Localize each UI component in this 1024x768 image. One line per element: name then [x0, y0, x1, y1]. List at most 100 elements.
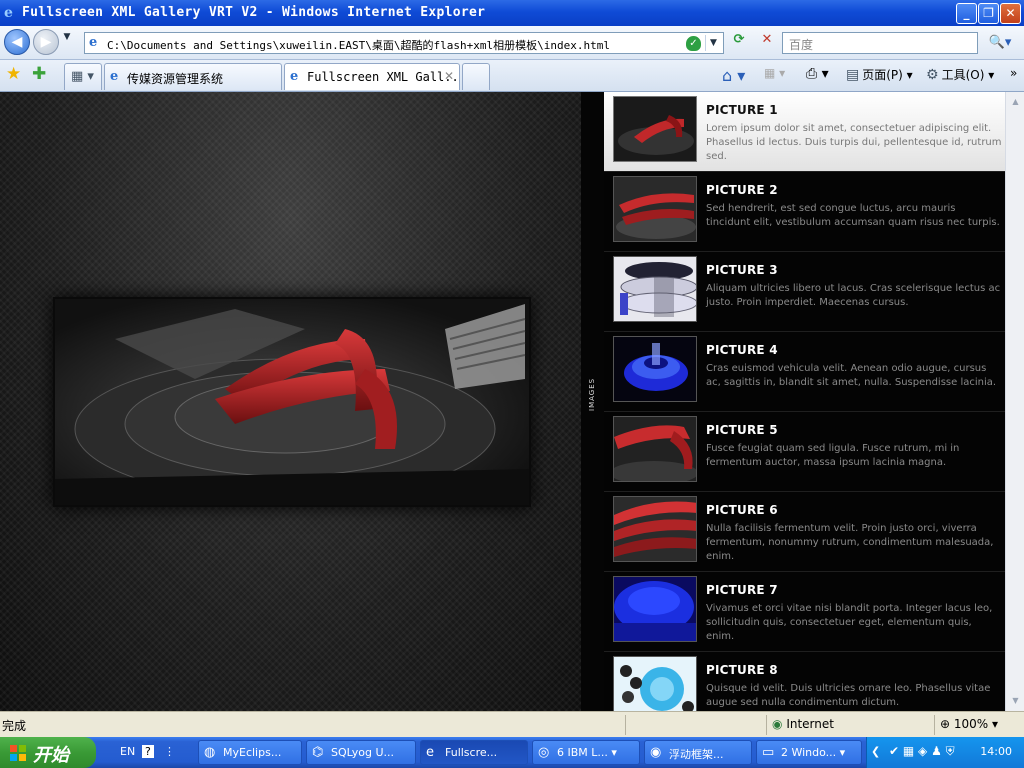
taskbar-item-windows[interactable]: ▭ 2 Windo... ▾ — [756, 740, 862, 765]
globe-icon: ◉ — [772, 717, 783, 731]
tab-media-resources[interactable]: e 传媒资源管理系统 — [104, 63, 282, 90]
thumbnail-image[interactable] — [613, 656, 697, 711]
refresh-button[interactable]: ⟳ — [728, 32, 750, 54]
feeds-icon: ▦ — [764, 66, 776, 80]
item-title: PICTURE 2 — [706, 183, 778, 197]
taskbar-item-myeclipse[interactable]: ◍ MyEclips... — [198, 740, 302, 765]
list-item[interactable]: PICTURE 2 Sed hendrerit, est sed congue … — [604, 172, 1005, 252]
thumbnail-image[interactable] — [613, 176, 697, 242]
tab-label: Fullscreen XML Gall... — [307, 70, 460, 84]
myeclipse-icon: ◍ — [204, 745, 216, 760]
item-description: Nulla facilisis fermentum velit. Proin j… — [706, 523, 994, 562]
status-text: 完成 — [2, 719, 27, 733]
main-image-render — [55, 299, 529, 505]
list-item[interactable]: PICTURE 3 Aliquam ultricies libero ut la… — [604, 252, 1005, 332]
status-divider — [934, 715, 935, 735]
firefox-icon: ◉ — [650, 745, 662, 760]
feeds-button[interactable]: ▦ ▾ — [764, 66, 785, 86]
item-description: Fusce feugiat quam sed ligula. Fusce rut… — [706, 443, 960, 468]
list-item[interactable]: PICTURE 5 Fusce feugiat quam sed ligula.… — [604, 412, 1005, 492]
vertical-scrollbar[interactable]: ▲ ▼ — [1005, 92, 1024, 711]
status-divider — [766, 715, 767, 735]
scroll-up-icon[interactable]: ▲ — [1008, 94, 1023, 110]
taskbar: 开始 EN ? ⋮ ◍ MyEclips... ⌬ SQLyog U... e Ful… — [0, 737, 1024, 768]
status-bar: 完成 ◉ Internet ⊕ 100% ▾ — [0, 711, 1024, 737]
list-item[interactable]: PICTURE 6 Nulla facilisis fermentum veli… — [604, 492, 1005, 572]
search-input[interactable]: 百度 — [789, 36, 813, 53]
taskbar-item-label: SQLyog U... — [331, 746, 395, 759]
thumbnail-image[interactable] — [613, 576, 697, 642]
list-item[interactable]: PICTURE 8 Quisque id velit. Duis ultrici… — [604, 652, 1005, 711]
item-description: Lorem ipsum dolor sit amet, consectetuer… — [706, 123, 1002, 162]
minimize-button[interactable]: _ — [956, 3, 977, 24]
address-bar[interactable]: e C:\Documents and Settings\xuweilin.EAS… — [84, 32, 724, 54]
taskbar-item-ibm[interactable]: ◎ 6 IBM L... ▾ — [532, 740, 640, 765]
tray-expand-icon[interactable]: ❮ — [871, 745, 880, 758]
taskbar-item-floating-frame[interactable]: ◉ 浮动框架... — [644, 740, 752, 765]
taskbar-item-sqlyog[interactable]: ⌬ SQLyog U... — [306, 740, 416, 765]
taskbar-item-label: Fullscre... — [445, 746, 498, 759]
zoom-icon: ⊕ — [940, 717, 951, 731]
add-favorites-icon[interactable]: ✚ — [32, 64, 46, 84]
address-input[interactable]: C:\Documents and Settings\xuweilin.EAST\… — [107, 37, 610, 53]
ibm-icon: ◎ — [538, 745, 550, 760]
security-shield-icon[interactable]: ✓ — [686, 36, 701, 51]
page-content: IMAGES PICTURE 1 Lorem ipsum dolor sit a… — [0, 92, 1024, 711]
more-tools-button[interactable]: » — [1010, 66, 1017, 86]
navigation-bar: ◀ ▶ ▼ e C:\Documents and Settings\xuweil… — [0, 26, 1024, 60]
clock[interactable]: 14:00 — [980, 745, 1012, 758]
ie-icon: e — [426, 745, 434, 760]
item-title: PICTURE 1 — [706, 103, 778, 117]
restore-button[interactable]: ❐ — [978, 3, 999, 24]
thumbnail-image[interactable] — [613, 336, 697, 402]
tray-app-icons[interactable]: ✔ ▦ ◈ ♟ ⛨ — [889, 744, 955, 759]
tab-ie-icon: e — [110, 69, 119, 84]
search-box[interactable]: 百度 — [782, 32, 978, 54]
list-item[interactable]: PICTURE 7 Vivamus et orci vitae nisi bla… — [604, 572, 1005, 652]
close-button[interactable]: ✕ — [1000, 3, 1021, 24]
taskbar-item-label: 浮动框架... — [669, 748, 724, 761]
ime-icon[interactable]: ⋮ — [164, 745, 175, 758]
quick-tabs-button[interactable]: ▦ ▾ — [64, 63, 102, 90]
images-side-tab[interactable]: IMAGES — [581, 92, 604, 711]
page-icon: ▤ — [846, 67, 860, 83]
thumbnail-image[interactable] — [613, 256, 697, 322]
item-description: Cras euismod vehicula velit. Aenean odio… — [706, 363, 997, 388]
home-button[interactable]: ⌂ ▾ — [722, 66, 745, 86]
help-icon[interactable]: ? — [142, 745, 154, 758]
search-button[interactable]: 🔍▾ — [982, 32, 1018, 54]
zoom-level[interactable]: ⊕ 100% ▾ — [940, 717, 998, 731]
windows-logo-icon — [10, 745, 26, 761]
print-button[interactable]: ⎙ ▾ — [806, 66, 829, 86]
main-image[interactable] — [53, 297, 531, 507]
taskbar-item-ie[interactable]: e Fullscre... — [420, 740, 528, 765]
stop-button[interactable]: ✕ — [756, 32, 778, 54]
thumbnail-image[interactable] — [613, 496, 697, 562]
language-indicator[interactable]: EN — [120, 745, 135, 758]
tab-close-icon[interactable]: ✕ — [444, 69, 454, 83]
page-menu[interactable]: ▤ 页面(P) ▾ — [846, 66, 913, 86]
list-item[interactable]: PICTURE 1 Lorem ipsum dolor sit amet, co… — [604, 92, 1005, 172]
tab-fullscreen-gallery[interactable]: e Fullscreen XML Gall... ✕ — [284, 63, 460, 90]
thumbnail-image[interactable] — [613, 96, 697, 162]
favorites-star-icon[interactable]: ★ — [6, 64, 21, 84]
zoom-label: 100% — [953, 717, 989, 731]
item-title: PICTURE 6 — [706, 503, 778, 517]
item-description: Sed hendrerit, est sed congue luctus, ar… — [706, 203, 1000, 228]
taskbar-item-label: 6 IBM L... — [557, 746, 608, 759]
back-button[interactable]: ◀ — [4, 29, 30, 55]
status-divider — [625, 715, 626, 735]
security-zone[interactable]: ◉ Internet — [772, 717, 834, 731]
forward-button[interactable]: ▶ — [33, 29, 59, 55]
start-button[interactable]: 开始 — [0, 737, 96, 768]
page-menu-label: 页面(P) — [862, 68, 903, 82]
scroll-down-icon[interactable]: ▼ — [1008, 693, 1023, 709]
tools-menu[interactable]: ⚙ 工具(O) ▾ — [926, 66, 994, 86]
thumbnail-image[interactable] — [613, 416, 697, 482]
list-item[interactable]: PICTURE 4 Cras euismod vehicula velit. A… — [604, 332, 1005, 412]
home-icon: ⌂ — [722, 66, 733, 85]
address-dropdown-icon[interactable]: ▼ — [705, 35, 721, 51]
new-tab-button[interactable] — [462, 63, 490, 90]
gallery-stage — [0, 92, 581, 711]
history-dropdown-icon[interactable]: ▼ — [60, 32, 74, 54]
